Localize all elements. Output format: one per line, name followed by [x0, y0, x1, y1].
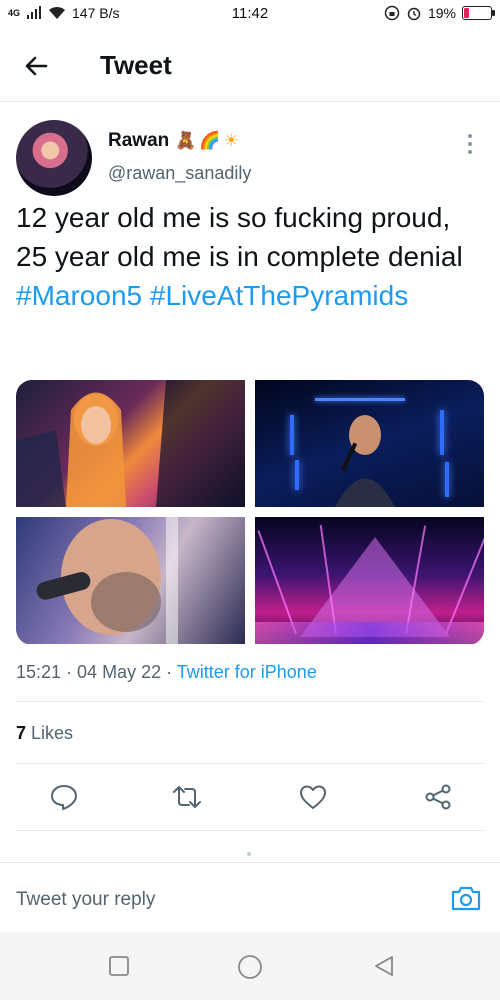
page-title: Tweet — [100, 50, 172, 80]
tweet-source[interactable]: Twitter for iPhone — [177, 662, 317, 682]
tweet-text: 12 year old me is so fucking proud, 25 y… — [16, 198, 476, 315]
camera-button[interactable] — [450, 883, 482, 913]
share-icon — [425, 784, 451, 810]
status-bar: 4G 147 B/s 11:42 19% — [0, 0, 500, 28]
teddy-bear-emoji: 🧸 — [175, 131, 197, 151]
singer-art — [335, 415, 395, 507]
author-name-row[interactable]: Rawan 🧸 🌈 ☀ — [108, 130, 239, 152]
triangle-back-icon — [375, 956, 393, 976]
system-back-button[interactable] — [372, 954, 396, 978]
likes-number: 7 — [16, 723, 27, 743]
avatar[interactable] — [16, 120, 92, 196]
hashtag-liveatthepyramids[interactable]: #LiveAtThePyramids — [150, 280, 408, 311]
photo-singer-blue-lights[interactable] — [255, 380, 484, 507]
like-button[interactable] — [298, 782, 328, 812]
reply-input[interactable]: Tweet your reply — [16, 889, 155, 911]
tweet-body: 12 year old me is so fucking proud, 25 y… — [16, 202, 463, 272]
battery-percent: 19% — [427, 5, 456, 21]
scroll-indicator — [247, 852, 251, 856]
home-button[interactable] — [237, 954, 263, 980]
recent-apps-button[interactable] — [107, 954, 131, 978]
hashtag-maroon5[interactable]: #Maroon5 — [16, 280, 142, 311]
divider — [16, 763, 484, 764]
photo-singer-closeup[interactable] — [16, 517, 245, 644]
rainbow-emoji: 🌈 — [199, 131, 221, 151]
system-nav-bar — [0, 932, 500, 1000]
more-options-icon[interactable] — [460, 134, 480, 154]
reply-button[interactable] — [49, 782, 79, 812]
likes-count[interactable]: 7 Likes — [16, 723, 73, 744]
retweet-button[interactable] — [172, 782, 202, 812]
likes-label: Likes — [26, 723, 74, 743]
photo-pyramid-stage[interactable] — [255, 517, 484, 644]
battery-icon — [462, 6, 495, 20]
comment-icon — [51, 785, 77, 810]
author-name: Rawan — [108, 130, 170, 151]
circle-icon — [238, 955, 262, 979]
camera-icon — [451, 886, 481, 911]
arrow-left-icon — [25, 56, 48, 76]
square-icon — [109, 956, 129, 976]
photo-fan-at-concert[interactable] — [16, 380, 245, 507]
tweet-timestamp[interactable]: 15:21 · 04 May 22 · — [16, 662, 177, 682]
lock-rotation-icon — [384, 5, 400, 21]
closeup-art — [36, 517, 178, 644]
back-button[interactable] — [20, 50, 52, 82]
retweet-icon — [173, 786, 201, 808]
battery-level — [464, 8, 469, 18]
tweet-meta: 15:21 · 04 May 22 · Twitter for iPhone — [16, 662, 317, 683]
status-right: 19% — [384, 5, 495, 21]
alarm-icon — [407, 7, 421, 21]
divider — [16, 830, 484, 831]
top-app-bar: Tweet — [0, 28, 500, 102]
fan-photo-art — [16, 380, 245, 507]
author-handle[interactable]: @rawan_sanadily — [108, 163, 251, 184]
sun-emoji: ☀ — [223, 131, 239, 151]
heart-icon — [300, 785, 326, 809]
media-grid — [16, 380, 484, 645]
divider — [16, 701, 484, 702]
share-button[interactable] — [423, 782, 453, 812]
reply-bar: Tweet your reply — [0, 862, 500, 932]
